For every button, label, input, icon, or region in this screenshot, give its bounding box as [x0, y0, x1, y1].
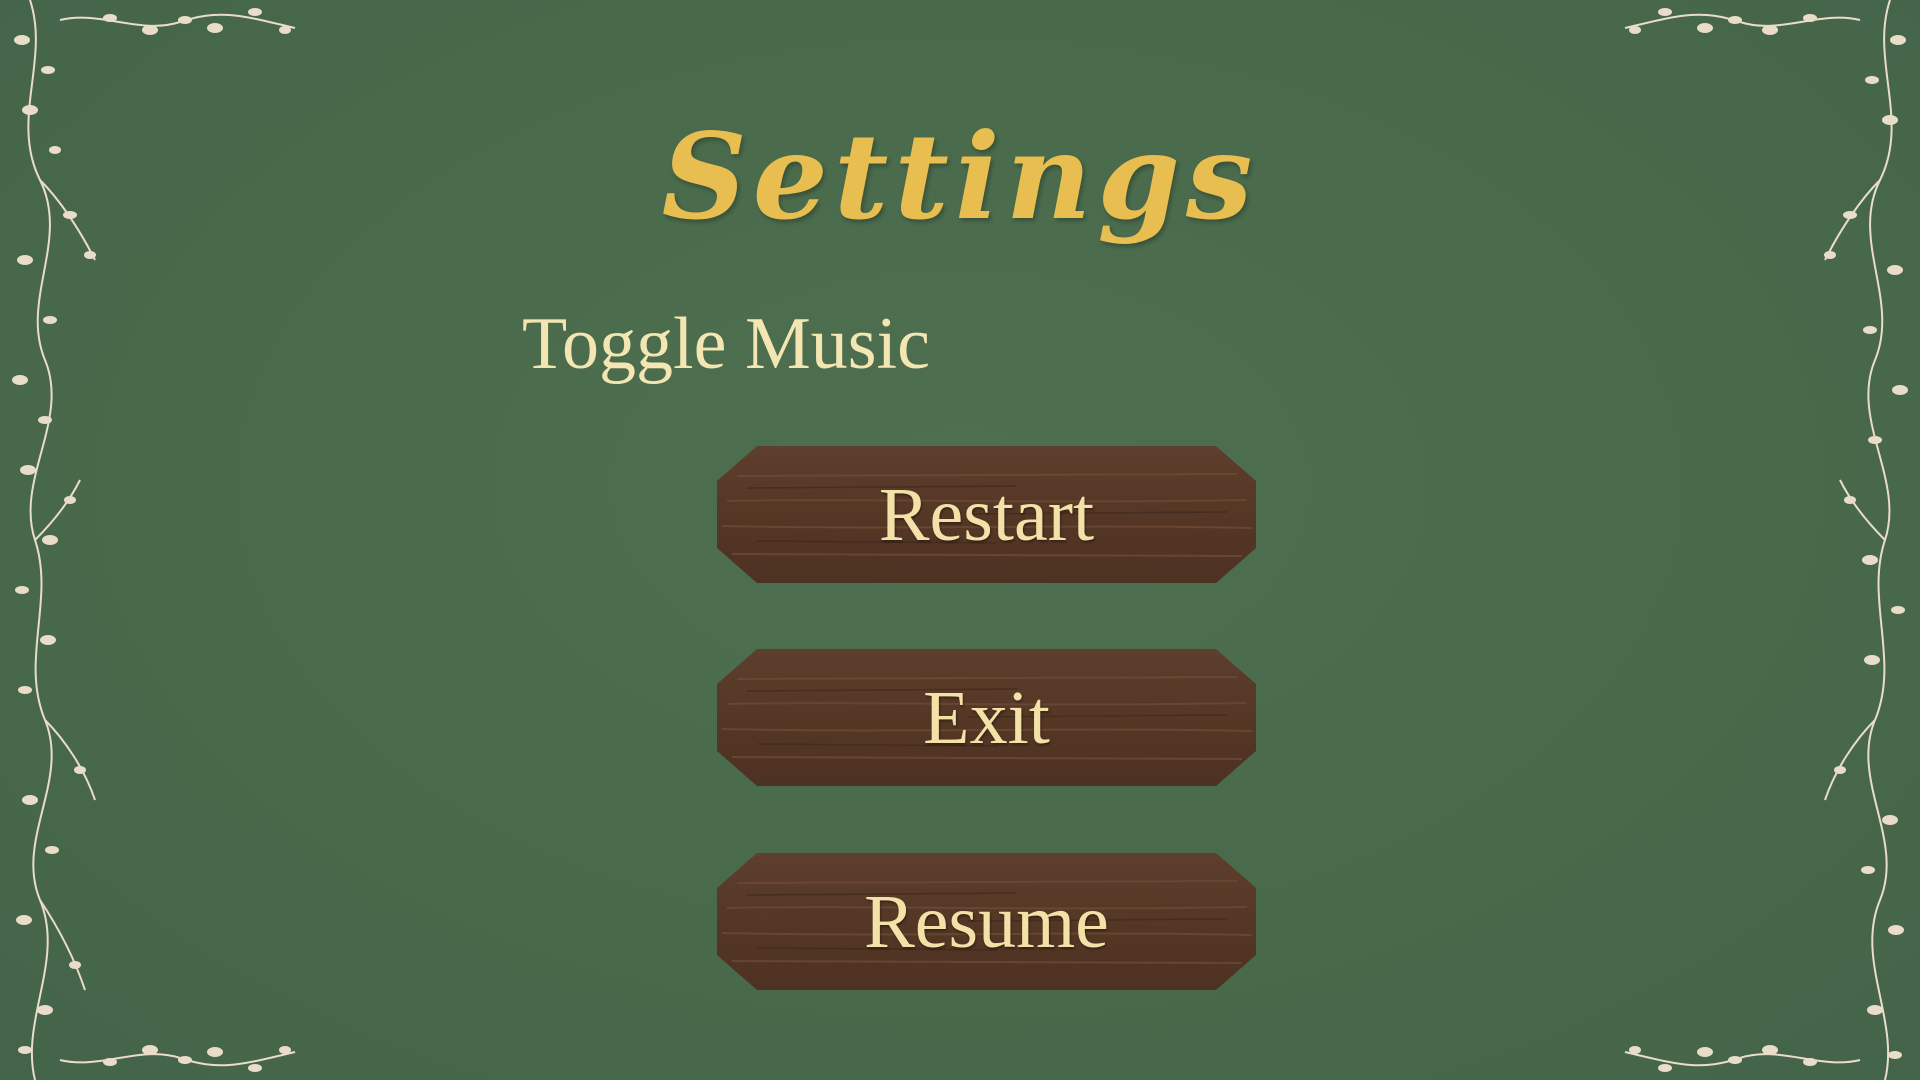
exit-label: Exit [923, 675, 1050, 760]
page-title: Settings [661, 107, 1259, 246]
top-left-vine-icon [59, 8, 296, 35]
resume-button[interactable]: Resume [717, 853, 1256, 990]
bottom-right-vine-icon [1624, 1045, 1861, 1072]
restart-label: Restart [878, 472, 1095, 557]
exit-button[interactable]: Exit [717, 649, 1256, 786]
resume-label: Resume [864, 879, 1109, 964]
settings-screen: Settings Toggle Music Restart Exit Resum… [0, 0, 1920, 1080]
bottom-left-vine-icon [59, 1045, 296, 1072]
top-right-vine-icon [1624, 8, 1861, 35]
toggle-music-button[interactable]: Toggle Music [522, 307, 930, 381]
restart-button[interactable]: Restart [717, 446, 1256, 583]
